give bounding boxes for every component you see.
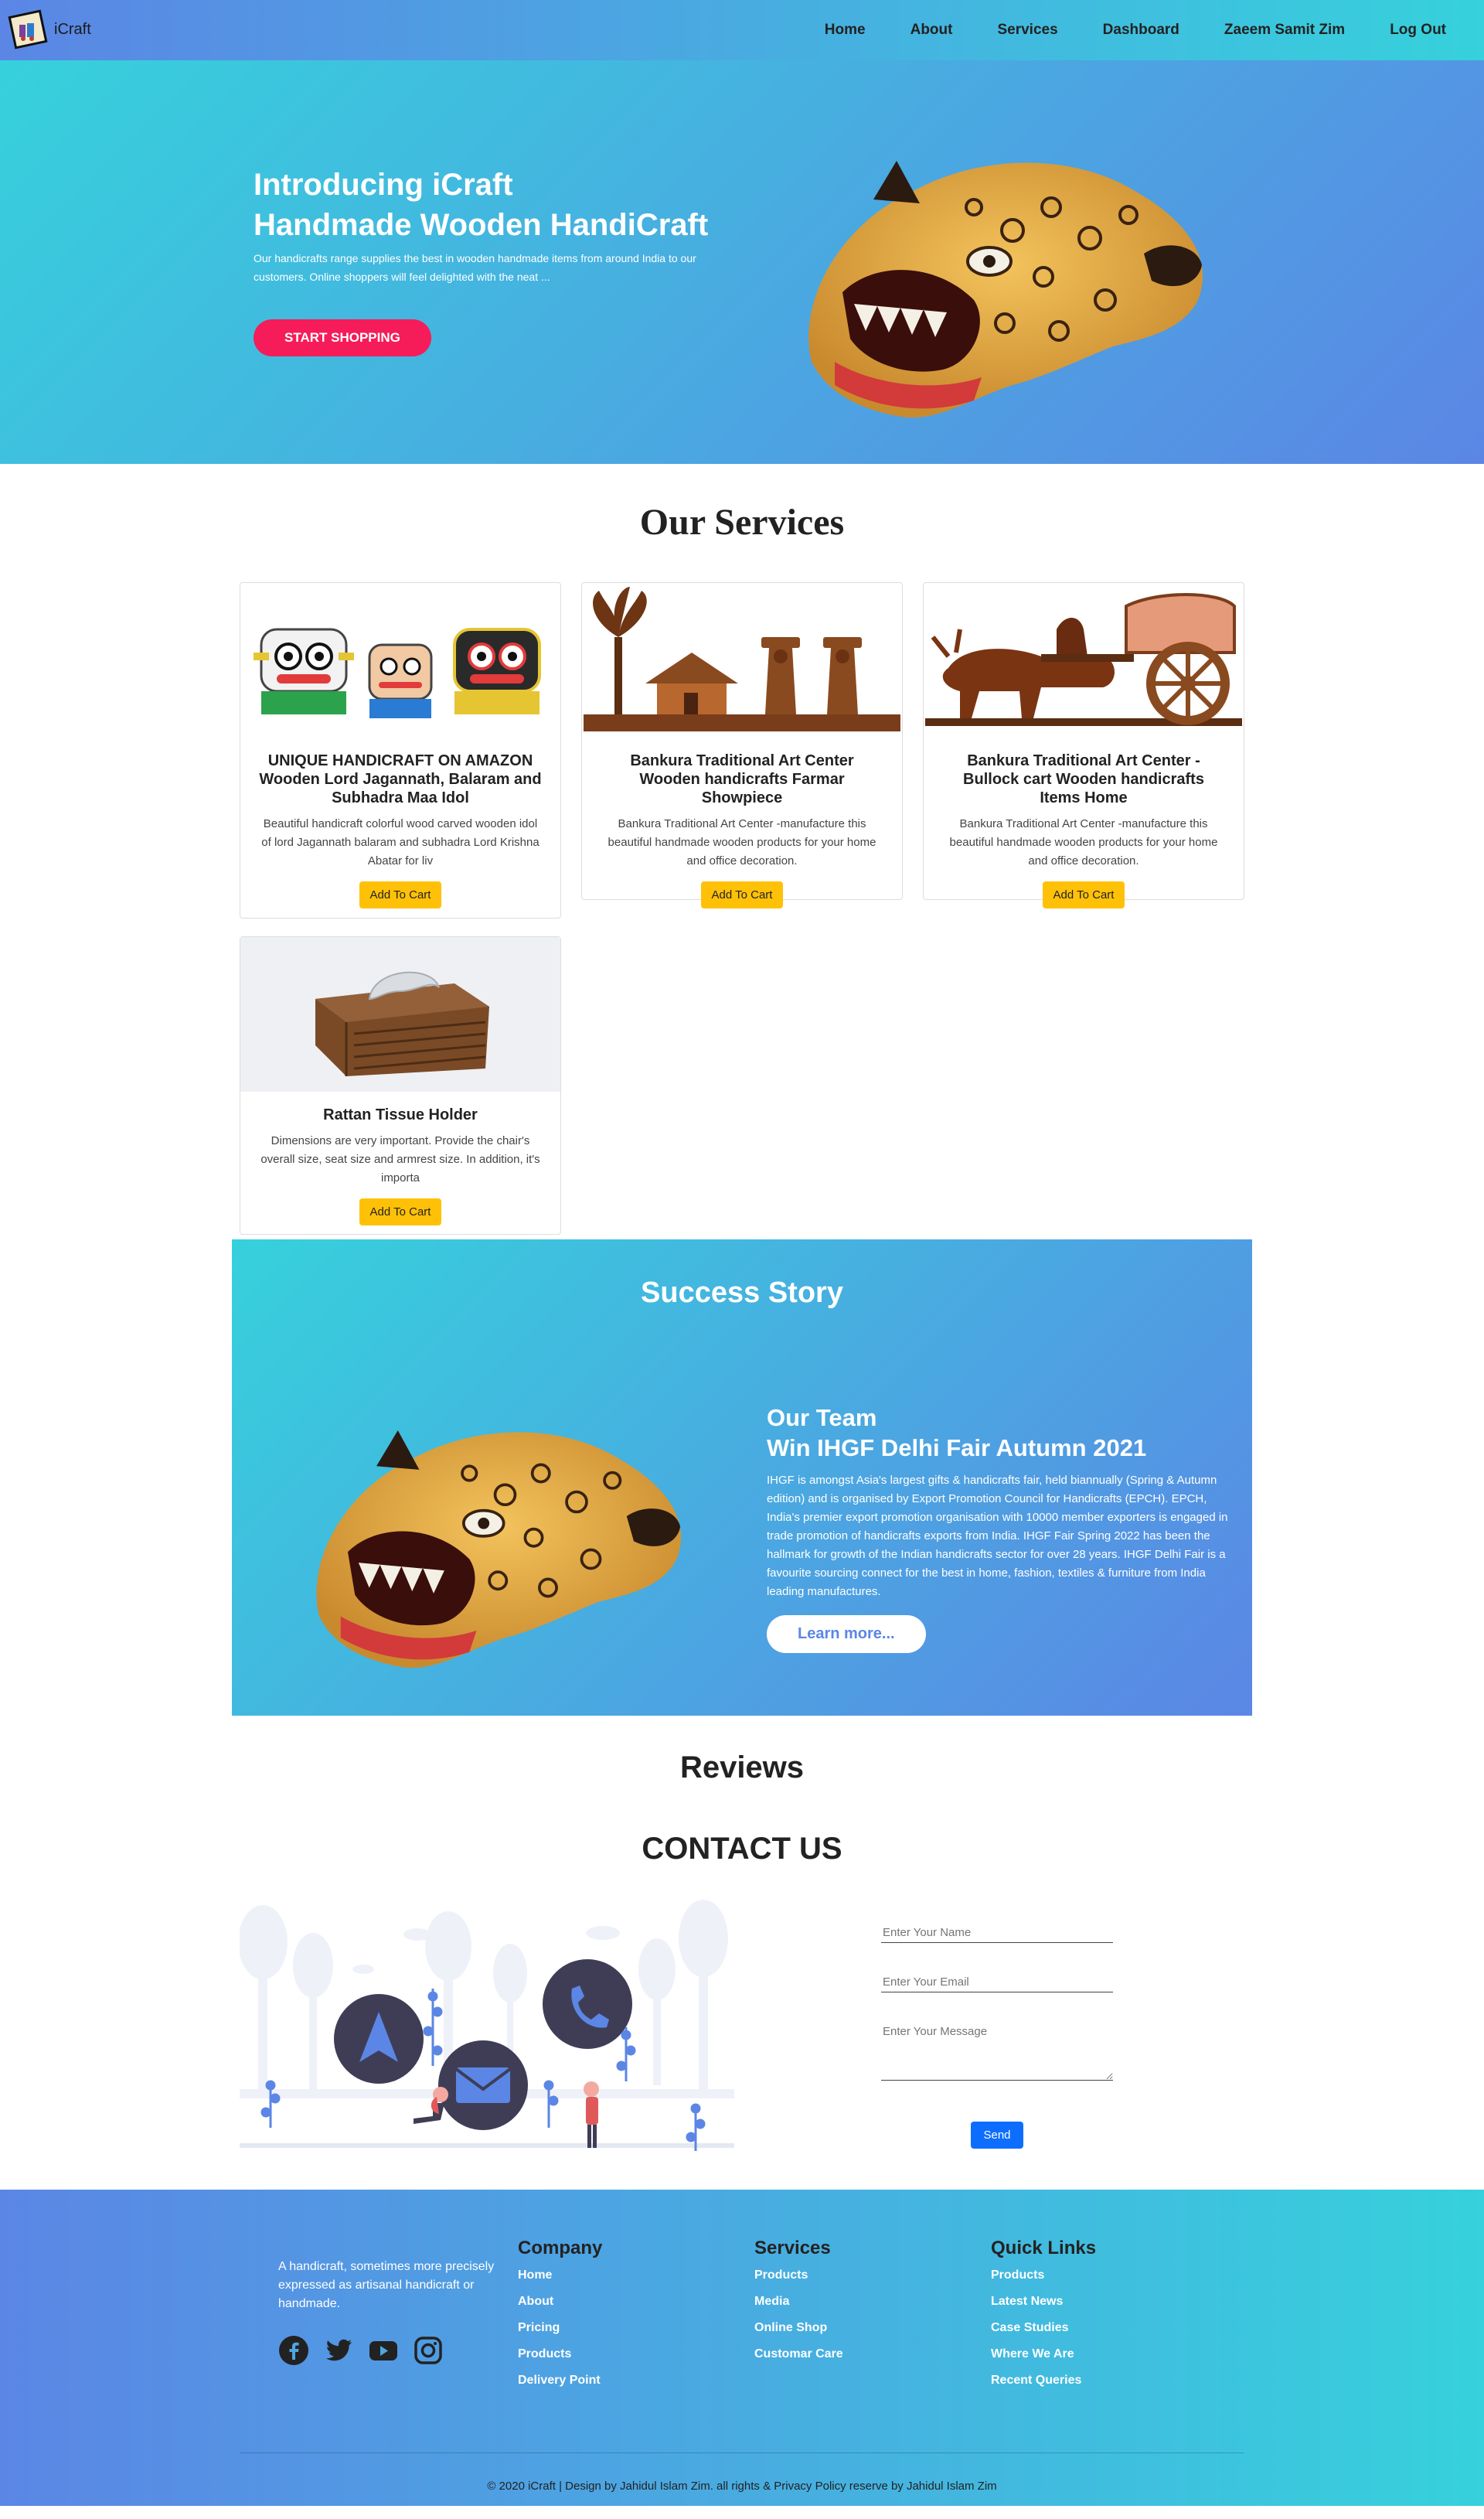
footer-link[interactable]: Media xyxy=(754,2295,948,2309)
contact-form: Send xyxy=(881,1923,1113,2149)
footer-column-quick-links: Quick Links Products Latest News Case St… xyxy=(991,2238,1184,2400)
copyright-text: © 2020 iCraft | Design by Jahidul Islam … xyxy=(487,2480,997,2493)
footer-column-company: Company Home About Pricing Products Deli… xyxy=(518,2238,711,2400)
nav-home[interactable]: Home xyxy=(802,22,888,39)
footer-link[interactable]: Latest News xyxy=(991,2295,1184,2309)
footer-link[interactable]: Products xyxy=(754,2268,948,2282)
name-field[interactable] xyxy=(881,1923,1113,1943)
jagannath-idols-image xyxy=(254,628,541,718)
footer-link[interactable]: Online Shop xyxy=(754,2321,948,2335)
twitter-icon[interactable] xyxy=(323,2335,354,2366)
card-title: Bankura Traditional Art Center - Bullock… xyxy=(963,752,1204,806)
footer-column-title: Quick Links xyxy=(991,2238,1097,2258)
footer-column-title: Services xyxy=(754,2238,831,2258)
card-title: Rattan Tissue Holder xyxy=(323,1106,478,1123)
footer-column-title: Company xyxy=(518,2238,603,2258)
success-heading: Our Team xyxy=(767,1404,877,1431)
youtube-icon[interactable] xyxy=(368,2335,399,2366)
wooden-tiger-mask-image xyxy=(808,161,1203,418)
hero-subtitle: Handmade Wooden HandiCraft xyxy=(254,208,709,242)
card-image xyxy=(582,583,902,738)
footer-link[interactable]: Home xyxy=(518,2268,711,2282)
footer-link[interactable]: Products xyxy=(991,2268,1184,2282)
footer-link[interactable]: Recent Queries xyxy=(991,2374,1184,2388)
footer: A handicraft, sometimes more precisely e… xyxy=(0,2190,1484,2506)
brand-name: iCraft xyxy=(54,20,91,38)
card-title: Bankura Traditional Art Center Wooden ha… xyxy=(630,752,854,806)
service-card: UNIQUE HANDICRAFT ON AMAZON Wooden Lord … xyxy=(240,582,561,919)
footer-link[interactable]: Products xyxy=(518,2347,711,2361)
footer-link[interactable]: Delivery Point xyxy=(518,2374,711,2388)
success-story-section: Success Story Our Team Win IHGF Delhi Fa… xyxy=(232,1239,1252,1716)
hero-section: Introducing iCraft Handmade Wooden Handi… xyxy=(0,60,1484,464)
contact-title: CONTACT US xyxy=(642,1832,842,1866)
email-field[interactable] xyxy=(881,1972,1113,1992)
service-card: Bankura Traditional Art Center - Bullock… xyxy=(923,582,1244,908)
card-image xyxy=(240,937,560,1092)
footer-link[interactable]: About xyxy=(518,2295,711,2309)
footer-column-services: Services Products Media Online Shop Cust… xyxy=(754,2238,948,2374)
card-image xyxy=(240,583,560,738)
bullock-cart-image xyxy=(925,593,1242,726)
hero-text: Introducing iCraft Handmade Wooden Handi… xyxy=(254,165,733,356)
card-description: Beautiful handicraft colorful wood carve… xyxy=(261,817,539,868)
add-to-cart-button[interactable]: Add To Cart xyxy=(700,881,784,908)
services-title: Our Services xyxy=(639,502,845,543)
nav-dashboard[interactable]: Dashboard xyxy=(1081,22,1202,39)
nav-logout[interactable]: Log Out xyxy=(1367,22,1469,39)
add-to-cart-button[interactable]: Add To Cart xyxy=(359,1198,442,1225)
services-section: Our Services UNIQUE HANDICRAFT ON AMAZON… xyxy=(0,501,1484,1239)
hero-description: Our handicrafts range supplies the best … xyxy=(254,252,696,283)
success-title: Success Story xyxy=(641,1277,843,1309)
send-button[interactable]: Send xyxy=(971,2122,1023,2149)
nav-user-name[interactable]: Zaeem Samit Zim xyxy=(1202,22,1367,39)
card-title: UNIQUE HANDICRAFT ON AMAZON Wooden Lord … xyxy=(259,752,542,806)
footer-link[interactable]: Pricing xyxy=(518,2321,711,2335)
success-body: IHGF is amongst Asia's largest gifts & h… xyxy=(767,1473,1228,1598)
brand[interactable]: iCraft xyxy=(8,9,91,49)
top-navbar: iCraft Home About Services Dashboard Zae… xyxy=(0,0,1484,60)
success-text: Our Team Win IHGF Delhi Fair Autumn 2021… xyxy=(767,1403,1230,1653)
add-to-cart-button[interactable]: Add To Cart xyxy=(1042,881,1125,908)
rattan-tissue-box-image xyxy=(315,971,489,1076)
facebook-icon[interactable] xyxy=(278,2335,309,2366)
card-image xyxy=(924,583,1244,738)
service-card: Bankura Traditional Art Center Wooden ha… xyxy=(581,582,903,908)
add-to-cart-button[interactable]: Add To Cart xyxy=(359,881,442,908)
contact-section: Send xyxy=(0,1896,1484,2190)
wooden-tiger-mask-image xyxy=(316,1430,682,1669)
footer-link[interactable]: Case Studies xyxy=(991,2321,1184,2335)
card-description: Bankura Traditional Art Center -manufact… xyxy=(608,817,876,868)
footer-about: A handicraft, sometimes more precisely e… xyxy=(278,2260,495,2310)
nav-about[interactable]: About xyxy=(888,22,975,39)
start-shopping-button[interactable]: START SHOPPING xyxy=(254,319,431,356)
service-card: Rattan Tissue Holder Dimensions are very… xyxy=(240,936,561,1235)
footer-link[interactable]: Customar Care xyxy=(754,2347,948,2361)
nav-links: Home About Services Dashboard Zaeem Sami… xyxy=(802,0,1469,60)
message-field[interactable] xyxy=(881,2022,1113,2081)
card-description: Bankura Traditional Art Center -manufact… xyxy=(949,817,1218,868)
services-cards: UNIQUE HANDICRAFT ON AMAZON Wooden Lord … xyxy=(240,582,1244,1239)
farmer-showpiece-image xyxy=(584,587,900,731)
nav-services[interactable]: Services xyxy=(975,22,1080,39)
framed-chariot-logo-icon xyxy=(8,9,48,49)
instagram-icon[interactable] xyxy=(413,2335,444,2366)
footer-link[interactable]: Where We Are xyxy=(991,2347,1184,2361)
learn-more-button[interactable]: Learn more... xyxy=(767,1614,926,1653)
contact-illustration xyxy=(240,1900,734,2151)
success-subheading: Win IHGF Delhi Fair Autumn 2021 xyxy=(767,1433,1147,1461)
social-links xyxy=(278,2335,444,2366)
reviews-title: Reviews xyxy=(679,1750,805,1784)
hero-title: Introducing iCraft xyxy=(254,168,513,202)
card-description: Dimensions are very important. Provide t… xyxy=(260,1134,540,1185)
